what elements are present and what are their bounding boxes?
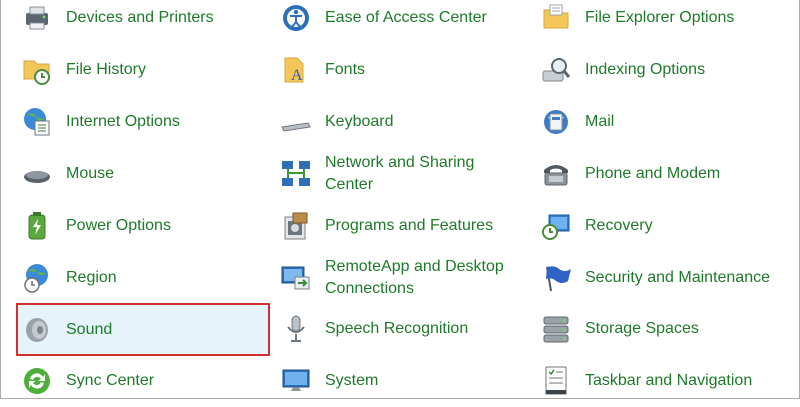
item-power-options[interactable]: Power Options (0, 200, 270, 252)
item-phone-and-modem[interactable]: Phone and Modem (519, 148, 800, 200)
microphone-icon (279, 312, 313, 346)
item-network-and-sharing-center[interactable]: Network and Sharing Center (259, 148, 529, 200)
item-devices-and-printers[interactable]: Devices and Printers (0, 0, 270, 44)
system-icon (279, 364, 313, 398)
item-label: Internet Options (66, 113, 180, 130)
ease-of-access-icon (279, 1, 313, 35)
item-label: Fonts (325, 61, 366, 78)
item-sync-center[interactable]: Sync Center (0, 355, 270, 407)
item-label: RemoteApp and Desktop Connections (325, 258, 504, 297)
item-label: Power Options (66, 217, 171, 234)
item-internet-options[interactable]: Internet Options (0, 96, 270, 148)
item-keyboard[interactable]: Keyboard (259, 96, 529, 148)
fonts-icon: A (279, 53, 313, 87)
recovery-icon (539, 209, 573, 243)
item-ease-of-access-center[interactable]: Ease of Access Center (259, 0, 529, 44)
item-programs-and-features[interactable]: Programs and Features (259, 200, 529, 252)
printer-icon (20, 1, 54, 35)
item-label: Sound (66, 320, 113, 338)
item-file-history[interactable]: File History (0, 44, 270, 96)
network-icon (279, 157, 313, 191)
item-label: Indexing Options (585, 61, 706, 78)
item-mouse[interactable]: Mouse (0, 148, 270, 200)
item-sound[interactable]: Sound (16, 303, 270, 356)
item-label: Speech Recognition (325, 320, 469, 337)
taskbar-icon (539, 364, 573, 398)
item-file-explorer-options[interactable]: File Explorer Options (519, 0, 800, 44)
remoteapp-icon (279, 261, 313, 295)
phone-icon (539, 157, 573, 191)
item-label: System (325, 372, 379, 389)
item-storage-spaces[interactable]: Storage Spaces (519, 303, 800, 355)
item-remoteapp-and-desktop-connections[interactable]: RemoteApp and Desktop Connections (259, 252, 529, 304)
item-label: File Explorer Options (585, 9, 735, 26)
item-label: Mail (585, 113, 615, 130)
item-system[interactable]: System (259, 355, 529, 407)
folder-options-icon (539, 1, 573, 35)
item-label: Sync Center (66, 372, 155, 389)
item-security-and-maintenance[interactable]: Security and Maintenance (519, 252, 800, 304)
item-recovery[interactable]: Recovery (519, 200, 800, 252)
item-region[interactable]: Region (0, 252, 270, 304)
item-label: Taskbar and Navigation (585, 372, 753, 389)
item-label: Mouse (66, 165, 115, 182)
item-label: Security and Maintenance (585, 269, 770, 286)
mail-icon (539, 105, 573, 139)
keyboard-icon (279, 105, 313, 139)
item-mail[interactable]: Mail (519, 96, 800, 148)
internet-options-icon (20, 105, 54, 139)
item-label: Ease of Access Center (325, 9, 487, 26)
power-icon (20, 209, 54, 243)
item-fonts[interactable]: A Fonts (259, 44, 529, 96)
security-flag-icon (539, 261, 573, 295)
sync-icon (20, 364, 54, 398)
item-speech-recognition[interactable]: Speech Recognition (259, 303, 529, 355)
item-label: Network and Sharing Center (325, 154, 475, 193)
item-indexing-options[interactable]: Indexing Options (519, 44, 800, 96)
svg-text:A: A (291, 67, 303, 84)
programs-icon (279, 209, 313, 243)
item-label: Recovery (585, 217, 653, 234)
region-icon (20, 261, 54, 295)
speaker-icon (20, 313, 54, 347)
control-panel-items-grid: Devices and Printers Ease of Access Cent… (0, 0, 800, 400)
item-label: Devices and Printers (66, 9, 214, 26)
item-label: Keyboard (325, 113, 394, 130)
item-label: Storage Spaces (585, 320, 699, 337)
storage-icon (539, 312, 573, 346)
file-history-icon (20, 53, 54, 87)
item-taskbar-and-navigation[interactable]: Taskbar and Navigation (519, 355, 800, 407)
item-label: File History (66, 61, 147, 78)
item-label: Programs and Features (325, 217, 494, 234)
item-label: Region (66, 269, 117, 286)
mouse-icon (20, 157, 54, 191)
indexing-icon (539, 53, 573, 87)
item-label: Phone and Modem (585, 165, 721, 182)
